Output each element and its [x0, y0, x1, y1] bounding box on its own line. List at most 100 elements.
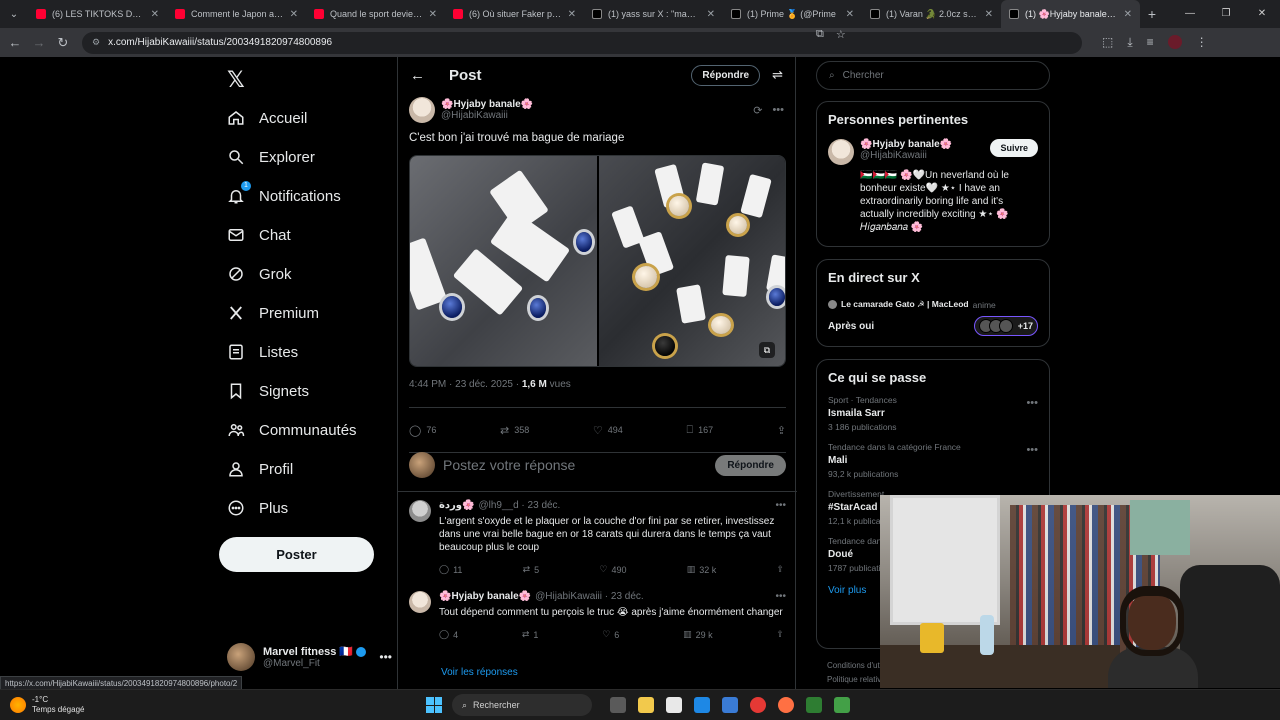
see-replies-link[interactable]: Voir les réponses [441, 667, 518, 678]
more-icon[interactable]: ••• [1026, 444, 1038, 456]
app-icon[interactable] [834, 697, 850, 713]
file-explorer-icon[interactable] [638, 697, 654, 713]
close-tab-icon[interactable]: ✕ [151, 9, 159, 20]
like-action[interactable]: ♡ 490 [599, 564, 626, 575]
back-button[interactable]: ← [6, 35, 24, 50]
browser-tab[interactable]: (1) 🌸Hyjaby banale🌸 s ✕ [1001, 0, 1140, 28]
reply-item[interactable]: 🌸Hyjaby banale🌸 @HijabiKawaiii · 23 déc.… [409, 591, 786, 640]
live-space[interactable]: Le camarade Gato ☭ | MacLeod anime [828, 299, 1038, 310]
reply-author-name[interactable]: 🌸Hyjaby banale🌸 [439, 591, 531, 602]
account-switcher[interactable]: Marvel fitness 🇫🇷 @Marvel_Fit ••• [227, 643, 392, 671]
notepad-icon[interactable] [666, 697, 682, 713]
nav-item-grok[interactable]: Grok [227, 262, 292, 286]
close-tab-icon[interactable]: ✕ [568, 9, 576, 20]
more-icon[interactable]: ••• [379, 650, 392, 664]
nav-item-communautés[interactable]: Communautés [227, 418, 357, 442]
search-input[interactable]: ⌕ Chercher [816, 61, 1050, 90]
reply-input[interactable]: Postez votre réponse [443, 457, 575, 473]
nav-item-listes[interactable]: Listes [227, 340, 298, 364]
reply-author-name[interactable]: وردة🌸 [439, 500, 474, 511]
repost-action[interactable]: ⇄ 358 [500, 424, 529, 437]
more-icon[interactable]: ••• [775, 591, 786, 602]
like-action[interactable]: ♡ 494 [593, 424, 623, 437]
person-name[interactable]: 🌸Hyjaby banale🌸 [860, 139, 952, 150]
windows-start-icon[interactable] [426, 697, 442, 713]
browser-tab[interactable]: (1) Varan 🐊 2.0cz sur X ✕ [862, 0, 1001, 28]
nav-item-profil[interactable]: Profil [227, 457, 293, 481]
chrome-icon[interactable] [750, 697, 766, 713]
x-logo-icon[interactable]: 𝕏 [227, 67, 245, 93]
reply-action[interactable]: ◯ 4 [439, 629, 458, 640]
share-action[interactable]: ⇪ [776, 564, 784, 575]
author-handle[interactable]: @HijabiKawaiii [441, 110, 533, 121]
maximize-button[interactable]: ❐ [1208, 0, 1244, 28]
person-avatar[interactable] [828, 139, 854, 165]
reply-author-handle[interactable]: @HijabiKawaiii · 23 déc. [535, 591, 644, 602]
store-icon[interactable] [722, 697, 738, 713]
browser-tab[interactable]: (6) LES TIKTOKS DES POL ✕ [28, 0, 167, 28]
minimize-button[interactable]: — [1172, 0, 1208, 28]
reply-author-handle[interactable]: @lh9__d · 23 déc. [478, 500, 560, 511]
reply-avatar[interactable] [409, 591, 431, 613]
trend-item[interactable]: Tendance dans la catégorie France Mali 93,… [828, 442, 1038, 479]
reply-action[interactable]: ◯ 76 [409, 424, 436, 437]
more-icon[interactable]: ••• [772, 104, 784, 117]
views-action[interactable]: ▥ 32 k [687, 564, 717, 575]
reply-header-button[interactable]: Répondre [691, 64, 761, 86]
nav-item-notifications[interactable]: 1 Notifications [227, 181, 341, 208]
profile-avatar[interactable] [1167, 35, 1182, 49]
like-action[interactable]: ♡ 6 [602, 629, 619, 640]
close-window-button[interactable]: ✕ [1244, 0, 1280, 28]
more-icon[interactable]: ••• [1026, 397, 1038, 409]
download-icon[interactable]: ⤓ [1127, 35, 1132, 50]
nav-item-accueil[interactable]: Accueil [227, 106, 307, 130]
browser-tab[interactable]: (1) Prime 🏅 (@Prime ✕ [723, 0, 862, 28]
close-tab-icon[interactable]: ✕ [707, 9, 715, 20]
reply-avatar[interactable] [409, 500, 431, 522]
nav-item-plus[interactable]: Plus [227, 496, 288, 520]
author-name[interactable]: 🌸Hyjaby banale🌸 [441, 99, 533, 110]
firefox-icon[interactable] [778, 697, 794, 713]
follow-button[interactable]: Suivre [990, 139, 1038, 157]
weather-widget[interactable]: -1°C Temps dégagé [0, 695, 420, 715]
close-tab-icon[interactable]: ✕ [1124, 9, 1132, 20]
repost-action[interactable]: ⇄ 5 [523, 564, 540, 575]
browser-tab[interactable]: Quand le sport devient TC ✕ [306, 0, 445, 28]
tweet-timestamp[interactable]: 4:44 PM · 23 déc. 2025 · [409, 379, 522, 390]
close-tab-icon[interactable]: ✕ [429, 9, 437, 20]
taskbar-search[interactable]: ⌕ Rechercher [452, 694, 592, 716]
reply-item[interactable]: وردة🌸 @lh9__d · 23 déc. ••• L'argent s'o… [409, 500, 786, 575]
photo-2[interactable]: ⧉ [598, 156, 785, 366]
new-tab-button[interactable]: + [1140, 6, 1164, 22]
browser-tab[interactable]: Comment le Japon a inve ✕ [167, 0, 306, 28]
site-info-icon[interactable]: ⚙ [92, 37, 100, 48]
browser-tab[interactable]: (1) yass sur X : "maeva gl ✕ [584, 0, 723, 28]
reload-button[interactable]: ↻ [54, 35, 72, 51]
bookmark-action[interactable]: ⎕ 167 [686, 424, 713, 437]
adjust-icon[interactable]: ⇌ [772, 67, 783, 83]
footer-link[interactable]: Conditions d'ut [827, 659, 881, 673]
app-icon[interactable] [806, 697, 822, 713]
footer-link[interactable]: Politique relativ [827, 673, 881, 687]
browser-tab[interactable]: (6) Où situer Faker parmi ✕ [445, 0, 584, 28]
forward-button[interactable]: → [30, 35, 48, 50]
trend-item[interactable]: Sport · Tendances Ismaila Sarr 3 186 publi… [828, 395, 1038, 432]
more-icon[interactable]: ••• [775, 500, 786, 511]
nav-item-premium[interactable]: Premium [227, 301, 319, 325]
close-tab-icon[interactable]: ✕ [985, 9, 993, 20]
alt-image-icon[interactable]: ⧉ [759, 342, 775, 358]
repost-action[interactable]: ⇄ 1 [522, 629, 539, 640]
live-title[interactable]: Après oui [828, 321, 874, 332]
reply-action[interactable]: ◯ 11 [439, 564, 462, 575]
close-tab-icon[interactable]: ✕ [846, 9, 854, 20]
close-tab-icon[interactable]: ✕ [290, 9, 298, 20]
listeners-pill[interactable]: +17 [973, 316, 1038, 336]
tab-search-dropdown[interactable]: ⌄ [0, 0, 28, 28]
photo-1[interactable] [410, 156, 597, 366]
nav-item-signets[interactable]: Signets [227, 379, 309, 403]
person-handle[interactable]: @HijabiKawaiii [860, 150, 952, 161]
extensions-icon[interactable]: ⬚ [1102, 35, 1113, 50]
media-control-icon[interactable]: ≡ [1147, 35, 1154, 50]
browser-menu-icon[interactable]: ⋮ [1196, 35, 1208, 50]
task-view-icon[interactable] [610, 697, 626, 713]
